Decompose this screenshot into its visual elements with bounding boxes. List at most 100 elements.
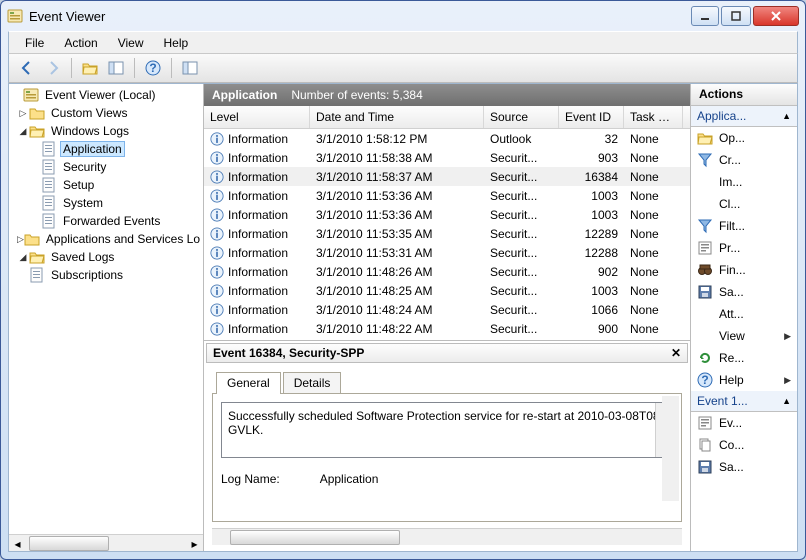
event-row[interactable]: Information3/1/2010 11:48:24 AMSecurit..…	[204, 300, 690, 319]
event-row[interactable]: Information3/1/2010 11:58:37 AMSecurit..…	[204, 167, 690, 186]
col-date[interactable]: Date and Time	[310, 106, 484, 128]
tree-application[interactable]: Application	[9, 140, 203, 158]
action-item[interactable]: Cl...	[691, 193, 797, 215]
folder-icon	[29, 105, 45, 121]
scroll-right-icon[interactable]: ▸	[186, 535, 203, 552]
event-row[interactable]: Information3/1/2010 1:58:12 PMOutlook32N…	[204, 129, 690, 148]
action-icon	[697, 130, 713, 146]
info-icon	[210, 322, 224, 336]
col-source[interactable]: Source	[484, 106, 559, 128]
event-row[interactable]: Information3/1/2010 11:53:36 AMSecurit..…	[204, 205, 690, 224]
tree-root[interactable]: Event Viewer (Local)	[9, 86, 203, 104]
action-item[interactable]: Cr...	[691, 149, 797, 171]
tree-system[interactable]: System	[9, 194, 203, 212]
tree-pane: Event Viewer (Local) ▷Custom Views ◢Wind…	[9, 84, 204, 551]
action-item[interactable]: Ev...	[691, 412, 797, 434]
tree-security[interactable]: Security	[9, 158, 203, 176]
event-row[interactable]: Information3/1/2010 11:53:36 AMSecurit..…	[204, 186, 690, 205]
maximize-button[interactable]	[721, 6, 751, 26]
minimize-button[interactable]	[691, 6, 719, 26]
panes-button[interactable]	[178, 56, 202, 80]
event-rows[interactable]: Information3/1/2010 1:58:12 PMOutlook32N…	[204, 129, 690, 340]
action-icon	[697, 284, 713, 300]
action-item[interactable]: Fin...	[691, 259, 797, 281]
action-item[interactable]: Help▶	[691, 369, 797, 391]
detail-title: Event 16384, Security-SPP	[213, 346, 671, 360]
action-item[interactable]: Pr...	[691, 237, 797, 259]
scroll-thumb[interactable]	[29, 536, 109, 551]
folder-icon	[24, 231, 40, 247]
log-icon	[41, 141, 57, 157]
action-icon	[697, 218, 713, 234]
col-level[interactable]: Level	[204, 106, 310, 128]
event-row[interactable]: Information3/1/2010 11:53:31 AMSecurit..…	[204, 243, 690, 262]
action-item[interactable]: Co...	[691, 434, 797, 456]
action-item[interactable]: Filt...	[691, 215, 797, 237]
nav-tree[interactable]: Event Viewer (Local) ▷Custom Views ◢Wind…	[9, 84, 203, 534]
detail-vscrollbar[interactable]	[662, 396, 679, 501]
detail-hscrollbar[interactable]	[212, 528, 682, 545]
logname-value: Application	[320, 472, 379, 486]
info-icon	[210, 189, 224, 203]
toolbar-separator	[134, 58, 135, 78]
action-icon	[697, 350, 713, 366]
forward-button[interactable]	[41, 56, 65, 80]
scroll-thumb[interactable]	[230, 530, 400, 545]
tree-custom-views[interactable]: ▷Custom Views	[9, 104, 203, 122]
titlebar[interactable]: Event Viewer	[1, 1, 805, 31]
tab-details[interactable]: Details	[283, 372, 342, 394]
event-row[interactable]: Information3/1/2010 11:58:38 AMSecurit..…	[204, 148, 690, 167]
tree-windows-logs[interactable]: ◢Windows Logs	[9, 122, 203, 140]
show-hide-tree-button[interactable]	[78, 56, 102, 80]
menu-view[interactable]: View	[110, 34, 152, 52]
toolbar-separator	[171, 58, 172, 78]
event-row[interactable]: Information3/1/2010 11:53:35 AMSecurit..…	[204, 224, 690, 243]
tree-saved-logs[interactable]: ◢Saved Logs	[9, 248, 203, 266]
actions-pane: Actions Applica...▲ Op...Cr...Im...Cl...…	[691, 84, 797, 551]
back-button[interactable]	[15, 56, 39, 80]
close-button[interactable]	[753, 6, 799, 26]
properties-button[interactable]	[104, 56, 128, 80]
info-icon	[210, 170, 224, 184]
action-item[interactable]: Sa...	[691, 281, 797, 303]
detail-logname-row: Log Name: Application	[221, 472, 673, 486]
menu-file[interactable]: File	[17, 34, 52, 52]
tab-general[interactable]: General	[216, 372, 281, 394]
actions-list-1: Op...Cr...Im...Cl...Filt...Pr...Fin...Sa…	[691, 127, 797, 391]
tree-apps-services[interactable]: ▷Applications and Services Lo	[9, 230, 203, 248]
action-item[interactable]: Sa...	[691, 456, 797, 478]
menu-action[interactable]: Action	[56, 34, 105, 52]
detail-description: Successfully scheduled Software Protecti…	[228, 409, 663, 437]
action-item[interactable]: Re...	[691, 347, 797, 369]
tree-forwarded[interactable]: Forwarded Events	[9, 212, 203, 230]
collapse-icon: ▲	[782, 111, 791, 121]
center-header-title: Application	[212, 88, 277, 102]
toolbar	[8, 53, 798, 83]
action-item[interactable]: View▶	[691, 325, 797, 347]
event-row[interactable]: Information3/1/2010 11:48:22 AMSecurit..…	[204, 319, 690, 338]
action-item[interactable]: Op...	[691, 127, 797, 149]
tree-setup[interactable]: Setup	[9, 176, 203, 194]
action-icon	[697, 262, 713, 278]
action-item[interactable]: Im...	[691, 171, 797, 193]
event-row[interactable]: Information3/1/2010 11:48:25 AMSecurit..…	[204, 281, 690, 300]
menubar: File Action View Help	[8, 31, 798, 53]
col-task[interactable]: Task C...	[624, 106, 683, 128]
detail-pane: Event 16384, Security-SPP ✕ General Deta…	[204, 341, 690, 551]
tree-hscrollbar[interactable]: ◂▸	[9, 534, 203, 551]
actions-group-event[interactable]: Event 1...▲	[691, 391, 797, 412]
action-icon	[697, 437, 713, 453]
folder-open-icon	[29, 249, 45, 265]
logname-label: Log Name:	[221, 472, 280, 486]
actions-group-application[interactable]: Applica...▲	[691, 106, 797, 127]
action-item[interactable]: Att...	[691, 303, 797, 325]
menu-help[interactable]: Help	[156, 34, 197, 52]
help-button[interactable]	[141, 56, 165, 80]
col-event-id[interactable]: Event ID	[559, 106, 624, 128]
event-row[interactable]: Information3/1/2010 11:48:26 AMSecurit..…	[204, 262, 690, 281]
log-icon	[41, 177, 57, 193]
scroll-left-icon[interactable]: ◂	[9, 535, 26, 552]
tree-subscriptions[interactable]: Subscriptions	[9, 266, 203, 284]
detail-close-button[interactable]: ✕	[671, 346, 681, 360]
toolbar-separator	[71, 58, 72, 78]
